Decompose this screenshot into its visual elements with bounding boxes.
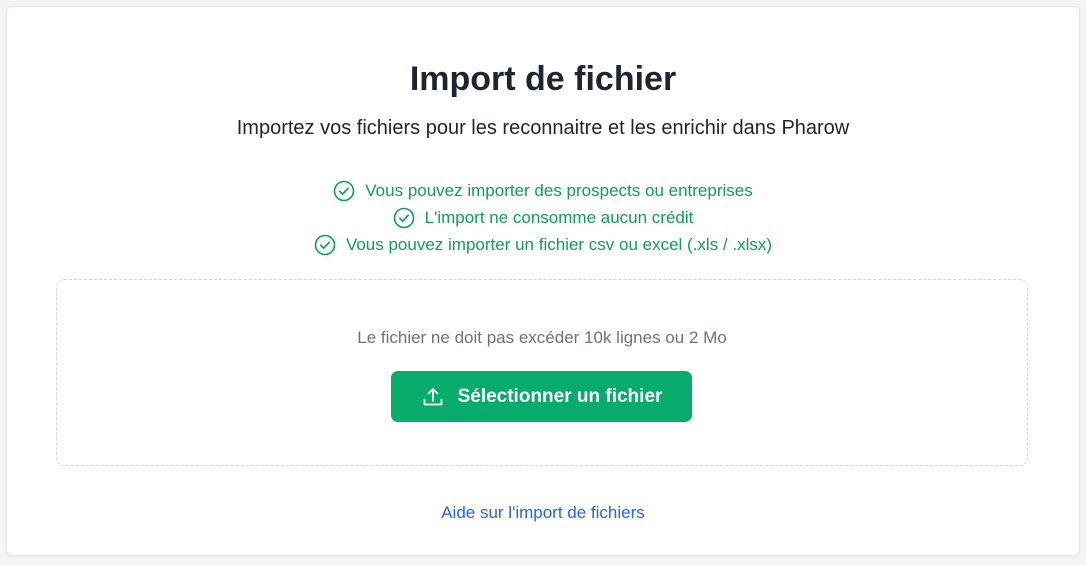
select-file-button[interactable]: Sélectionner un fichier — [391, 371, 692, 422]
feature-text: Vous pouvez importer des prospects ou en… — [365, 181, 753, 200]
check-circle-icon — [314, 234, 336, 256]
feature-item: Vous pouvez importer des prospects ou en… — [7, 177, 1079, 204]
page-title: Import de fichier — [409, 60, 677, 98]
feature-list: Vous pouvez importer des prospects ou en… — [7, 177, 1079, 258]
feature-item: Vous pouvez importer un fichier csv ou e… — [7, 231, 1079, 258]
file-dropzone[interactable]: Le fichier ne doit pas excéder 10k ligne… — [56, 279, 1028, 466]
import-card: Import de fichier Importez vos fichiers … — [6, 6, 1080, 556]
file-limit-text: Le fichier ne doit pas excéder 10k ligne… — [357, 328, 727, 347]
check-circle-icon — [333, 180, 355, 202]
check-circle-icon — [393, 207, 415, 229]
feature-item: L'import ne consomme aucun crédit — [7, 204, 1079, 231]
import-help-link[interactable]: Aide sur l'import de fichiers — [441, 503, 645, 522]
feature-text: L'import ne consomme aucun crédit — [424, 208, 694, 227]
page-subtitle: Importez vos fichiers pour les reconnait… — [236, 117, 850, 139]
select-file-button-label: Sélectionner un fichier — [457, 385, 663, 407]
help-link-container: Aide sur l'import de fichiers — [7, 501, 1079, 525]
upload-icon — [421, 385, 445, 409]
feature-text: Vous pouvez importer un fichier csv ou e… — [345, 235, 773, 254]
